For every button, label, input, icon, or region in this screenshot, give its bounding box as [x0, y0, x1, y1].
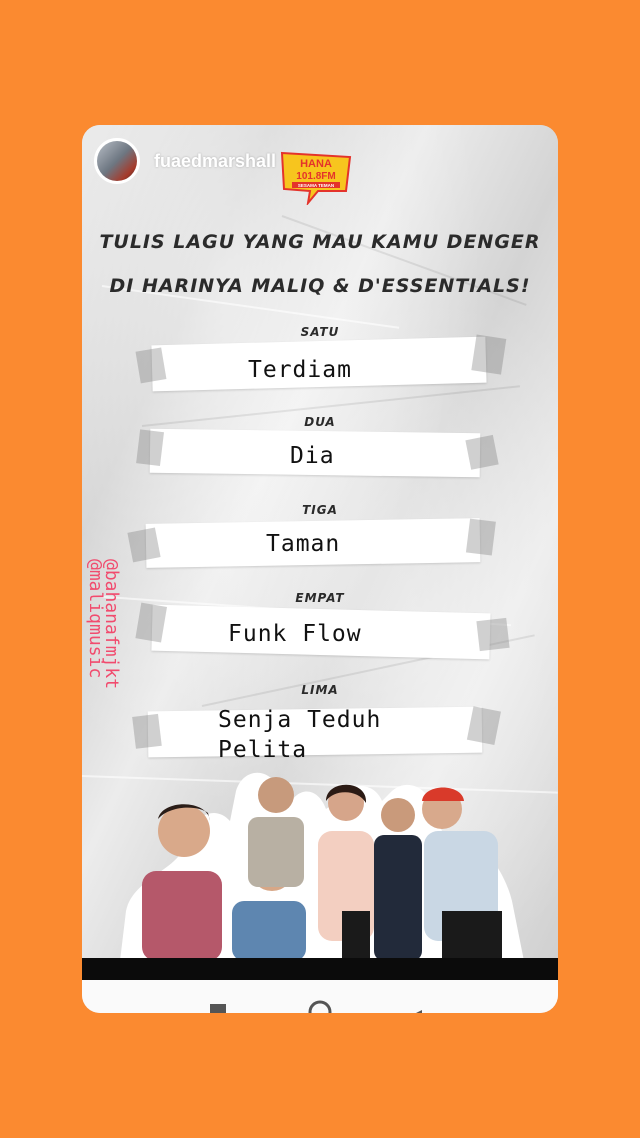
- item-number-tiga: TIGA: [302, 503, 338, 517]
- bottom-black-bar: [82, 958, 558, 980]
- tape: [132, 713, 162, 749]
- logo-top-text: HANA: [300, 158, 332, 170]
- back-icon: [416, 1010, 422, 1013]
- nav-bar: [210, 1000, 422, 1013]
- home-icon: [308, 1000, 332, 1013]
- answer-text-2: Dia: [290, 443, 335, 469]
- headline-line-2: DI HARINYA MALIQ & D'ESSENTIALS!: [109, 275, 531, 297]
- headline-line-1: TULIS LAGU YANG MAU KAMU DENGER: [99, 231, 541, 253]
- item-number-lima: LIMA: [301, 683, 339, 697]
- tape: [476, 617, 510, 652]
- answer-text-5-line-2: Pelita: [218, 737, 308, 763]
- bahana-fm-logo: HANA 101.8FM SESAMA TEMAN: [280, 151, 352, 205]
- answer-text-4: Funk Flow: [228, 621, 362, 647]
- logo-freq-text: 101.8FM: [296, 171, 335, 182]
- tape: [127, 527, 161, 563]
- answer-text-5-line-1: Senja Teduh: [218, 707, 382, 733]
- story-header: fuaedmarshall: [94, 137, 276, 185]
- avatar[interactable]: [94, 138, 140, 184]
- item-number-empat: EMPAT: [295, 591, 345, 605]
- tape: [465, 518, 496, 556]
- mention-maliqmusic[interactable]: @maliqmusic: [85, 559, 106, 678]
- logo-tagline-text: SESAMA TEMAN: [298, 183, 334, 188]
- tape: [136, 429, 164, 466]
- tape: [135, 347, 167, 384]
- tape: [135, 602, 167, 643]
- answer-text-3: Taman: [266, 531, 341, 557]
- answer-text-1: Terdiam: [248, 357, 352, 383]
- recent-apps-icon: [210, 1004, 226, 1013]
- tape: [471, 334, 507, 375]
- band-photo: [120, 772, 524, 961]
- item-number-dua: DUA: [304, 415, 336, 429]
- tape: [465, 434, 499, 470]
- story-card[interactable]: fuaedmarshall HANA 101.8FM SESAMA TEMAN …: [82, 125, 558, 1013]
- username[interactable]: fuaedmarshall: [154, 151, 276, 172]
